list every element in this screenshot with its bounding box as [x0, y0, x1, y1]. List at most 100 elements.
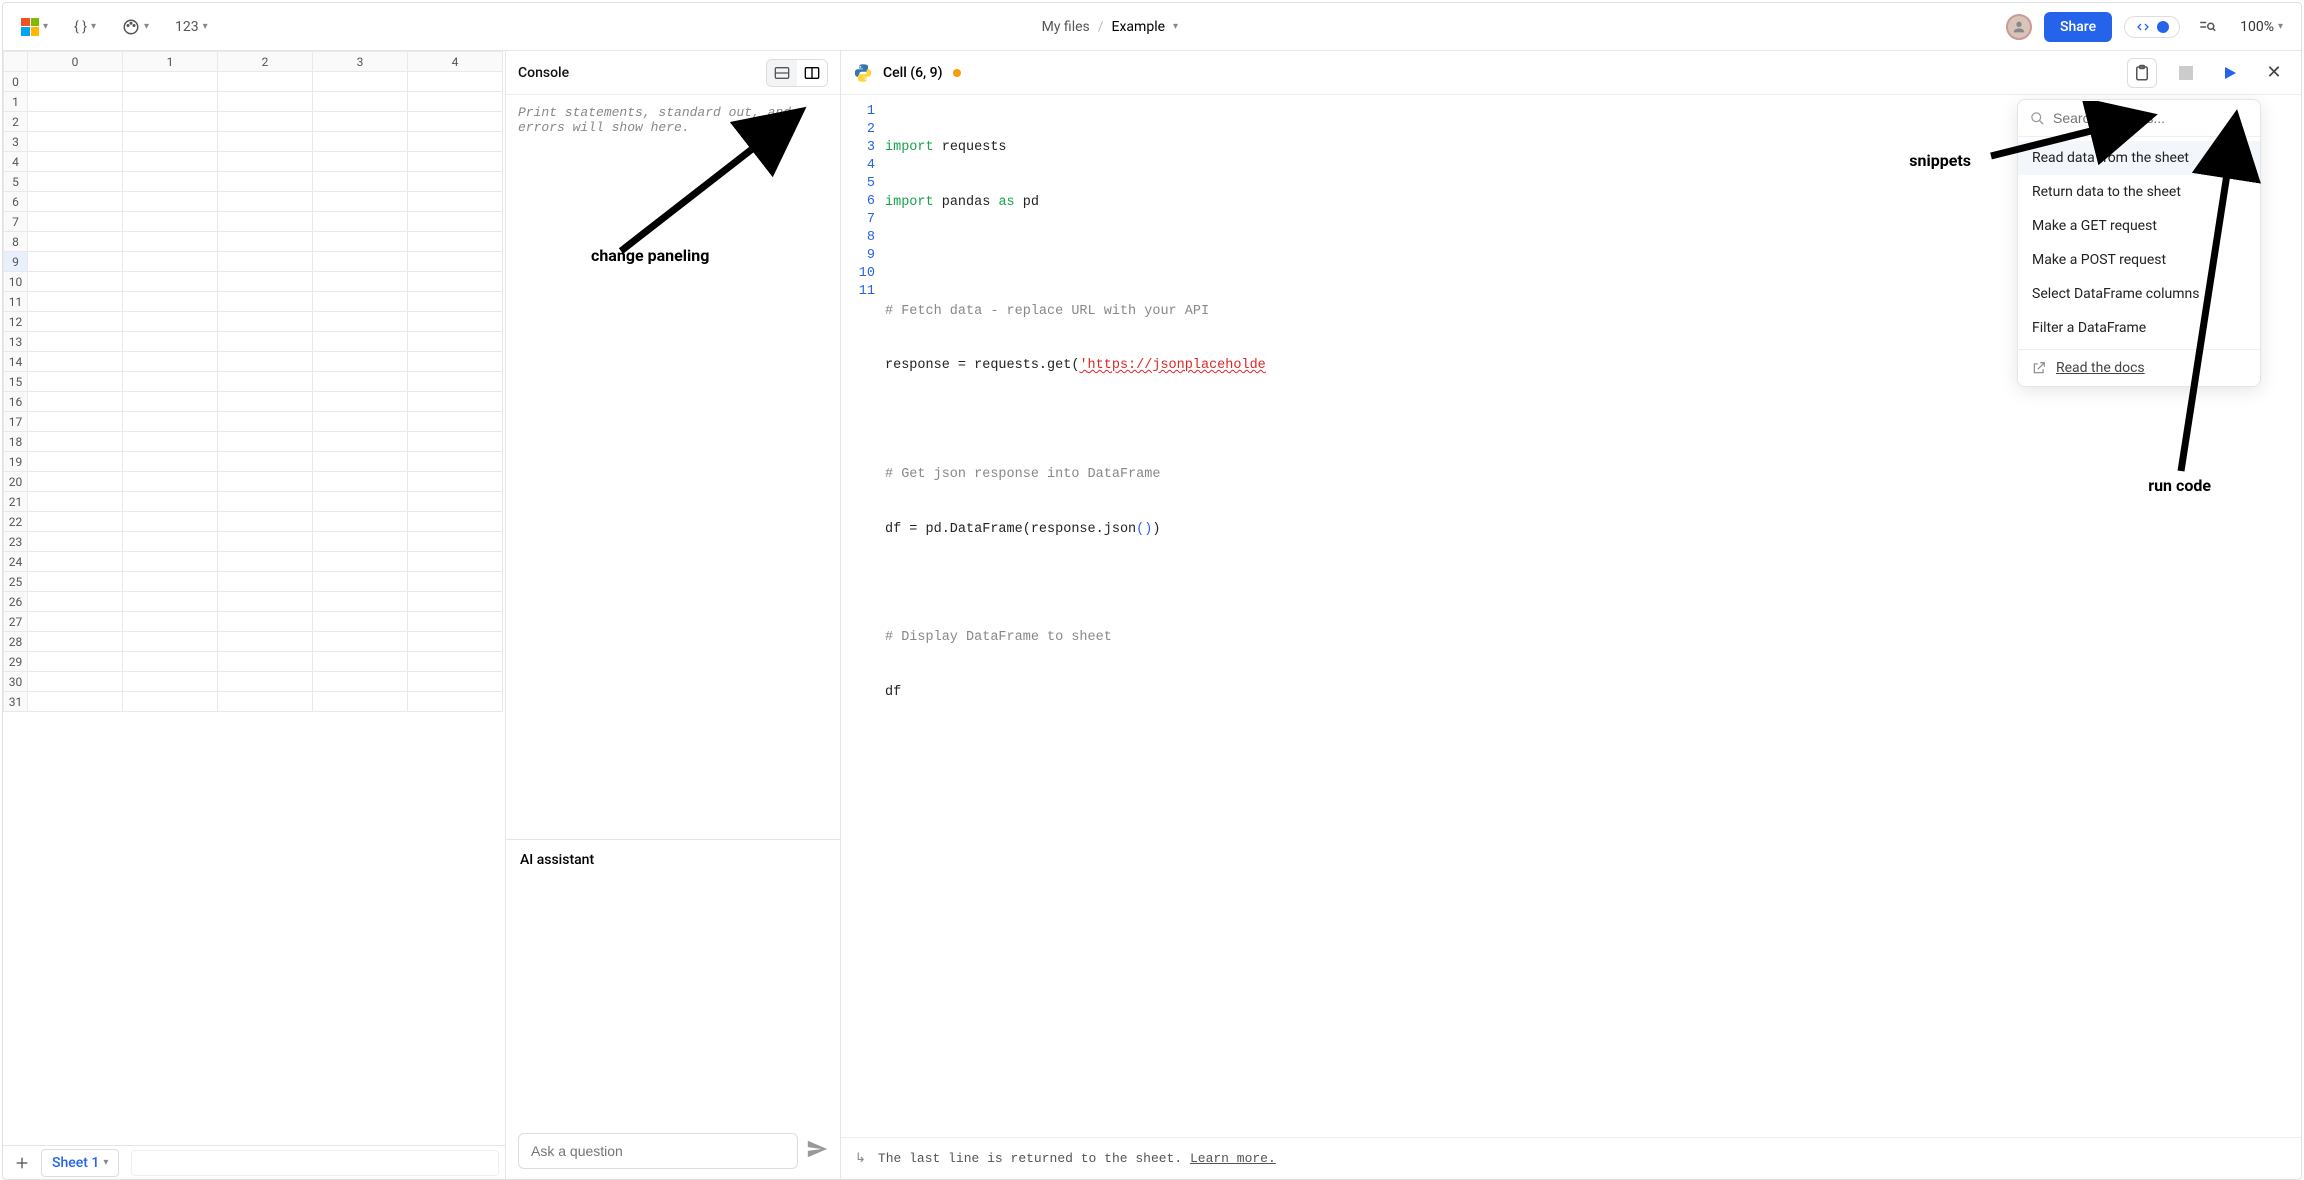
cell[interactable]	[408, 272, 503, 292]
row-header[interactable]: 11	[4, 292, 28, 312]
cell[interactable]	[28, 312, 123, 332]
spreadsheet-grid[interactable]: 0123401234567891011121314151617181920212…	[3, 51, 503, 712]
cell[interactable]	[218, 312, 313, 332]
cell[interactable]	[218, 672, 313, 692]
row-header[interactable]: 31	[4, 692, 28, 712]
column-header[interactable]: 2	[218, 52, 313, 72]
cell[interactable]	[408, 432, 503, 452]
row-header[interactable]: 30	[4, 672, 28, 692]
cell[interactable]	[218, 592, 313, 612]
row-header[interactable]: 9	[4, 252, 28, 272]
cell[interactable]	[408, 72, 503, 92]
cell[interactable]	[313, 452, 408, 472]
cell[interactable]	[28, 292, 123, 312]
cell[interactable]	[123, 452, 218, 472]
snippet-item[interactable]: Make a GET request	[2018, 209, 2260, 243]
cell[interactable]	[123, 592, 218, 612]
cell[interactable]	[28, 512, 123, 532]
row-header[interactable]: 21	[4, 492, 28, 512]
row-header[interactable]: 14	[4, 352, 28, 372]
learn-more-link[interactable]: Learn more.	[1190, 1151, 1276, 1166]
layout-vertical-button[interactable]	[797, 60, 827, 86]
cell[interactable]	[408, 352, 503, 372]
snippet-item[interactable]: Return data to the sheet	[2018, 175, 2260, 209]
cell[interactable]	[218, 72, 313, 92]
row-header[interactable]: 7	[4, 212, 28, 232]
row-header[interactable]: 29	[4, 652, 28, 672]
snippets-search-input[interactable]	[2053, 110, 2248, 126]
cell[interactable]	[313, 532, 408, 552]
cell[interactable]	[28, 392, 123, 412]
cell[interactable]	[408, 572, 503, 592]
cell[interactable]	[123, 512, 218, 532]
cell[interactable]	[123, 532, 218, 552]
cell[interactable]	[28, 472, 123, 492]
cell[interactable]	[28, 212, 123, 232]
column-header[interactable]: 1	[123, 52, 218, 72]
cell[interactable]	[313, 672, 408, 692]
cell[interactable]	[218, 172, 313, 192]
grid-wrap[interactable]: 0123401234567891011121314151617181920212…	[3, 51, 505, 1145]
cell[interactable]	[218, 152, 313, 172]
cell[interactable]	[28, 332, 123, 352]
cell[interactable]	[408, 212, 503, 232]
cell[interactable]	[313, 252, 408, 272]
number-format-button[interactable]: 123 ▾	[169, 15, 214, 39]
snippet-item[interactable]: Select DataFrame columns	[2018, 277, 2260, 311]
cell[interactable]	[313, 112, 408, 132]
cell[interactable]	[313, 152, 408, 172]
cell[interactable]	[408, 512, 503, 532]
cell[interactable]	[218, 252, 313, 272]
cell[interactable]	[218, 572, 313, 592]
run-button[interactable]	[2215, 58, 2245, 88]
sheet-tab[interactable]: Sheet 1 ▾	[41, 1149, 119, 1177]
row-header[interactable]: 12	[4, 312, 28, 332]
row-header[interactable]: 18	[4, 432, 28, 452]
row-header[interactable]: 2	[4, 112, 28, 132]
cell[interactable]	[313, 612, 408, 632]
cell[interactable]	[218, 132, 313, 152]
cell[interactable]	[313, 212, 408, 232]
row-header[interactable]: 1	[4, 92, 28, 112]
cell[interactable]	[218, 432, 313, 452]
cell[interactable]	[28, 192, 123, 212]
cell[interactable]	[218, 92, 313, 112]
row-header[interactable]: 20	[4, 472, 28, 492]
cell[interactable]	[123, 612, 218, 632]
cell[interactable]	[123, 192, 218, 212]
row-header[interactable]: 3	[4, 132, 28, 152]
cell[interactable]	[123, 312, 218, 332]
cell[interactable]	[123, 692, 218, 712]
cell[interactable]	[408, 472, 503, 492]
cell[interactable]	[313, 372, 408, 392]
cell[interactable]	[408, 392, 503, 412]
cell[interactable]	[28, 152, 123, 172]
cell[interactable]	[123, 292, 218, 312]
cell[interactable]	[408, 592, 503, 612]
document-name[interactable]: Example	[1112, 19, 1165, 35]
cell[interactable]	[313, 312, 408, 332]
formula-bar[interactable]	[131, 1150, 499, 1176]
chevron-down-icon[interactable]: ▾	[1173, 21, 1178, 32]
cell[interactable]	[408, 632, 503, 652]
cell[interactable]	[28, 132, 123, 152]
row-header[interactable]: 22	[4, 512, 28, 532]
cell[interactable]	[218, 212, 313, 232]
cell[interactable]	[123, 172, 218, 192]
cell[interactable]	[123, 332, 218, 352]
cell[interactable]	[313, 492, 408, 512]
cell[interactable]	[313, 232, 408, 252]
cell[interactable]	[28, 552, 123, 572]
row-header[interactable]: 15	[4, 372, 28, 392]
cell[interactable]	[123, 412, 218, 432]
cell[interactable]	[28, 572, 123, 592]
layout-horizontal-button[interactable]	[767, 60, 797, 86]
snippet-item[interactable]: Read data from the sheet	[2018, 141, 2260, 175]
cell[interactable]	[218, 352, 313, 372]
send-button[interactable]	[806, 1138, 828, 1164]
row-header[interactable]: 4	[4, 152, 28, 172]
braces-menu-button[interactable]: { } ▾	[68, 15, 102, 39]
cell[interactable]	[28, 272, 123, 292]
cell[interactable]	[218, 412, 313, 432]
cell[interactable]	[28, 672, 123, 692]
